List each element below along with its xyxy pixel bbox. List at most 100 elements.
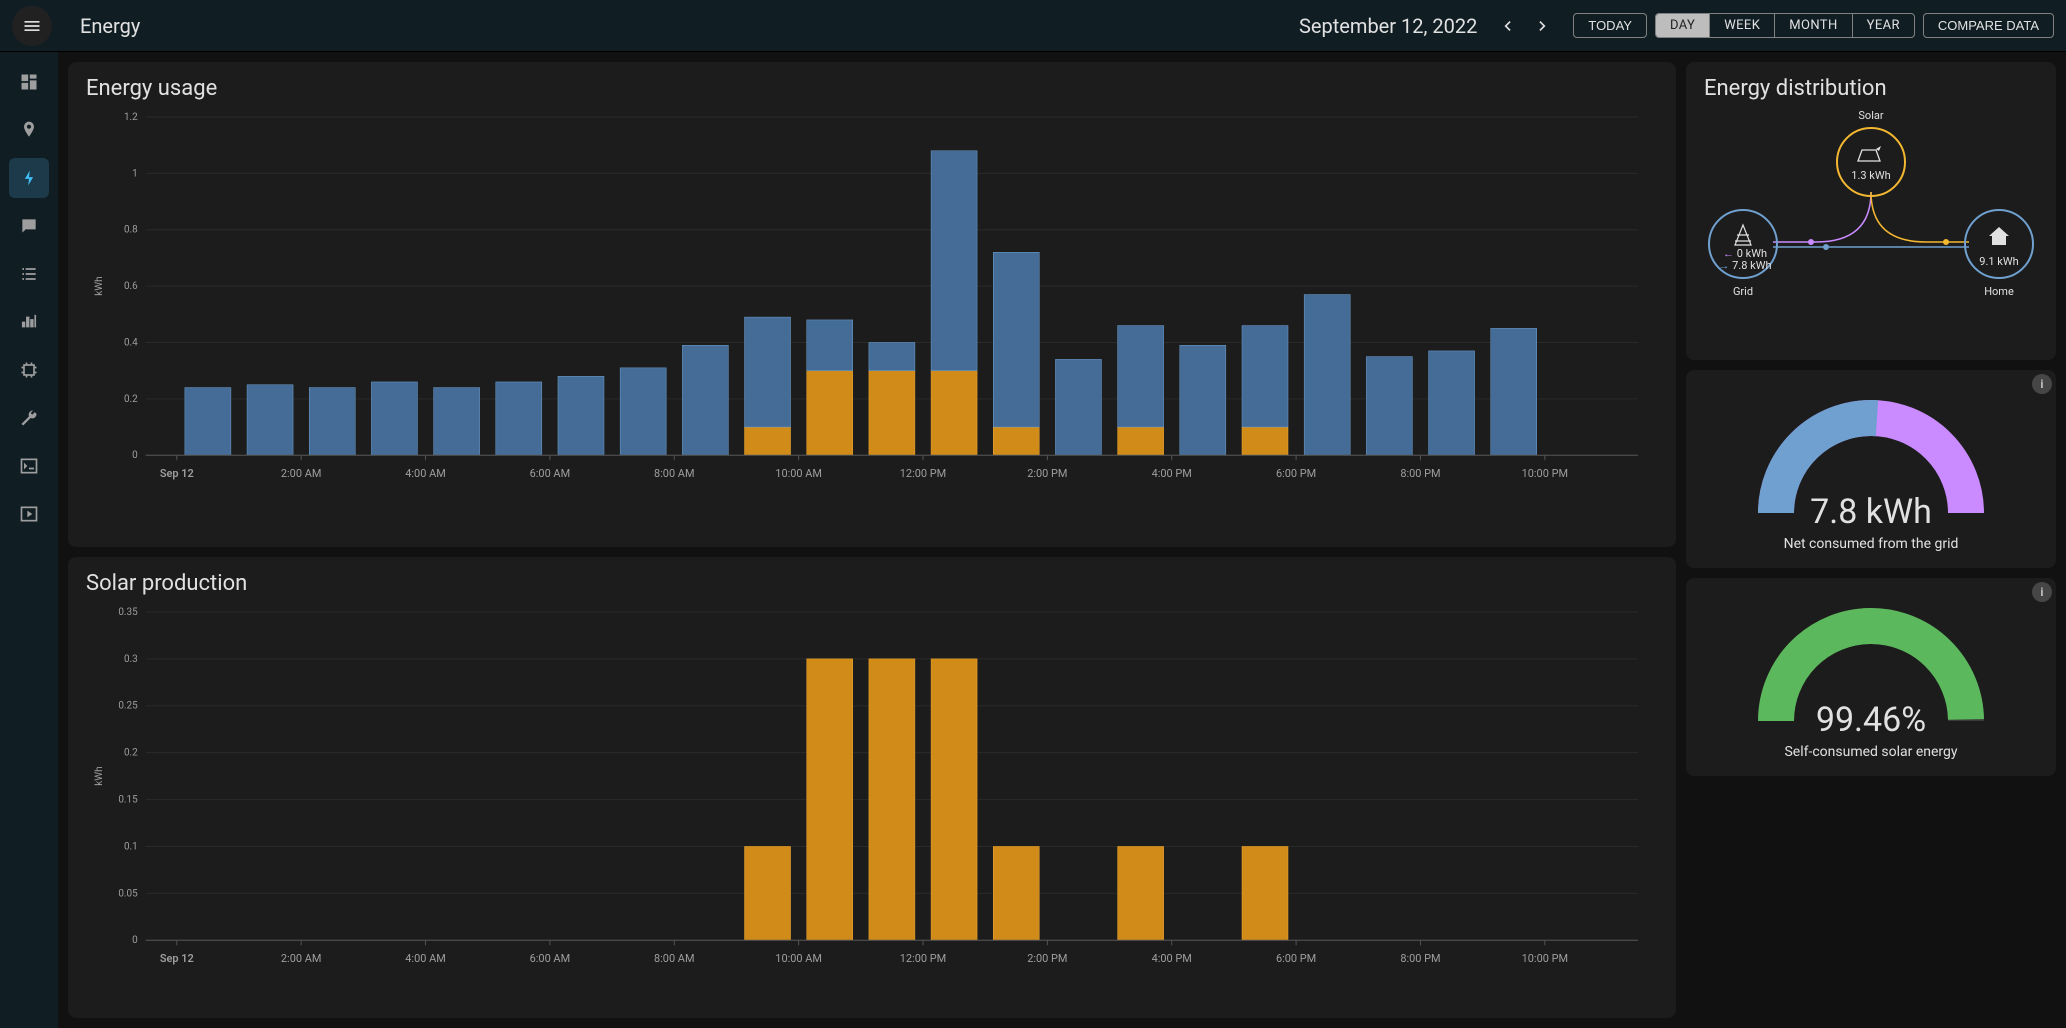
next-day-button[interactable] (1525, 8, 1561, 44)
menu-icon (22, 16, 42, 36)
svg-text:10:00 PM: 10:00 PM (1522, 467, 1568, 480)
prev-day-button[interactable] (1489, 8, 1525, 44)
dist-home-label: Home (1984, 285, 2014, 298)
sidebar-item-history[interactable] (9, 302, 49, 342)
compare-data-button[interactable]: COMPARE DATA (1923, 13, 2054, 38)
sidebar-item-terminal[interactable] (9, 446, 49, 486)
svg-text:kWh: kWh (94, 276, 105, 295)
self-consumed-caption: Self-consumed solar energy (1784, 744, 1957, 760)
svg-text:2:00 PM: 2:00 PM (1027, 467, 1067, 480)
self-consumed-card: i 99.46% Self-consumed solar energy (1686, 578, 2056, 776)
dashboard-icon (19, 72, 39, 92)
svg-text:0.2: 0.2 (124, 748, 138, 759)
svg-text:0.3: 0.3 (124, 654, 138, 665)
chat-icon (19, 216, 39, 236)
sidebar-item-overview[interactable] (9, 62, 49, 102)
play-icon (19, 504, 39, 524)
range-year[interactable]: YEAR (1853, 14, 1914, 37)
home-icon (1989, 227, 2009, 245)
svg-text:6:00 AM: 6:00 AM (530, 952, 571, 965)
date-display: September 12, 2022 (1299, 14, 1477, 38)
svg-text:0.25: 0.25 (118, 701, 138, 712)
map-icon (19, 120, 39, 140)
info-button[interactable]: i (2032, 374, 2052, 394)
svg-text:12:00 PM: 12:00 PM (900, 952, 946, 965)
svg-text:0: 0 (132, 450, 138, 461)
today-button[interactable]: TODAY (1573, 13, 1647, 38)
svg-text:12:00 PM: 12:00 PM (900, 467, 946, 480)
energy-usage-chart[interactable]: 00.20.40.60.811.2kWhSep 122:00 AM4:00 AM… (86, 107, 1658, 515)
sidebar-item-map[interactable] (9, 110, 49, 150)
sidebar (0, 52, 58, 1028)
terminal-icon (19, 456, 39, 476)
chevron-left-icon (1497, 16, 1517, 36)
svg-text:6:00 AM: 6:00 AM (530, 467, 571, 480)
energy-usage-title: Energy usage (86, 76, 1658, 101)
menu-button[interactable] (12, 6, 52, 46)
dist-grid-label: Grid (1733, 285, 1753, 298)
svg-text:8:00 PM: 8:00 PM (1400, 952, 1440, 965)
svg-text:0.4: 0.4 (124, 337, 138, 348)
dist-solar-value: 1.3 kWh (1851, 169, 1890, 182)
info-button[interactable]: i (2032, 582, 2052, 602)
sidebar-item-list[interactable] (9, 254, 49, 294)
svg-text:2:00 PM: 2:00 PM (1027, 952, 1067, 965)
range-week[interactable]: WEEK (1710, 14, 1775, 37)
sidebar-item-logbook[interactable] (9, 206, 49, 246)
energy-distribution-card: Energy distribution Solar (1686, 62, 2056, 360)
svg-text:0.35: 0.35 (118, 607, 138, 618)
sidebar-item-energy[interactable] (9, 158, 49, 198)
app-header: Energy September 12, 2022 TODAY DAY WEEK… (0, 0, 2066, 52)
svg-text:0: 0 (132, 935, 138, 946)
svg-text:4:00 PM: 4:00 PM (1152, 952, 1192, 965)
svg-text:6:00 PM: 6:00 PM (1276, 952, 1316, 965)
svg-text:1.2: 1.2 (124, 112, 138, 123)
sidebar-item-settings[interactable] (9, 398, 49, 438)
net-consumed-caption: Net consumed from the grid (1784, 536, 1959, 552)
svg-text:→ 7.8 kWh: → 7.8 kWh (1718, 259, 1771, 272)
dist-grid-in: 7.8 kWh (1732, 259, 1771, 272)
svg-text:10:00 PM: 10:00 PM (1522, 952, 1568, 965)
svg-text:0.05: 0.05 (118, 888, 138, 899)
range-day[interactable]: DAY (1656, 14, 1710, 37)
list-icon (19, 264, 39, 284)
svg-text:0.15: 0.15 (118, 795, 138, 806)
svg-text:10:00 AM: 10:00 AM (775, 467, 822, 480)
bolt-icon (19, 168, 39, 188)
svg-text:Sep 12: Sep 12 (160, 952, 194, 965)
net-consumed-value: 7.8 kWh (1810, 492, 1932, 532)
svg-text:2:00 AM: 2:00 AM (281, 467, 322, 480)
svg-text:Sep 12: Sep 12 (160, 467, 194, 480)
solar-production-chart[interactable]: 00.050.10.150.20.250.30.35kWhSep 122:00 … (86, 602, 1658, 1000)
svg-text:1: 1 (132, 168, 138, 179)
sidebar-item-system[interactable] (9, 350, 49, 390)
svg-text:8:00 AM: 8:00 AM (654, 952, 695, 965)
range-month[interactable]: MONTH (1775, 14, 1852, 37)
wrench-icon (19, 408, 39, 428)
page-title: Energy (80, 14, 140, 38)
solar-panel-icon (1858, 146, 1881, 161)
energy-distribution-title: Energy distribution (1704, 76, 2038, 101)
svg-text:10:00 AM: 10:00 AM (775, 952, 822, 965)
solar-production-card: Solar production 00.050.10.150.20.250.30… (68, 557, 1676, 1018)
chevron-right-icon (1533, 16, 1553, 36)
range-selector: DAY WEEK MONTH YEAR (1655, 13, 1915, 38)
dist-solar-label: Solar (1858, 109, 1883, 122)
svg-text:4:00 AM: 4:00 AM (405, 952, 446, 965)
net-consumed-card: i 7.8 kWh Net consumed from the grid (1686, 370, 2056, 568)
sidebar-item-media[interactable] (9, 494, 49, 534)
solar-production-title: Solar production (86, 571, 1658, 596)
self-consumed-value: 99.46% (1816, 700, 1926, 740)
svg-text:2:00 AM: 2:00 AM (281, 952, 322, 965)
svg-text:0.8: 0.8 (124, 225, 138, 236)
energy-distribution-diagram[interactable]: Solar 1.3 kWh ← 0 kWh → 7.8 kWh Grid (1701, 107, 2041, 342)
chip-icon (19, 360, 39, 380)
svg-text:0.2: 0.2 (124, 394, 138, 405)
svg-text:6:00 PM: 6:00 PM (1276, 467, 1316, 480)
svg-text:4:00 PM: 4:00 PM (1152, 467, 1192, 480)
energy-usage-card: Energy usage 00.20.40.60.811.2kWhSep 122… (68, 62, 1676, 547)
svg-text:4:00 AM: 4:00 AM (405, 467, 446, 480)
chart-icon (19, 312, 39, 332)
svg-text:8:00 PM: 8:00 PM (1400, 467, 1440, 480)
svg-text:8:00 AM: 8:00 AM (654, 467, 695, 480)
